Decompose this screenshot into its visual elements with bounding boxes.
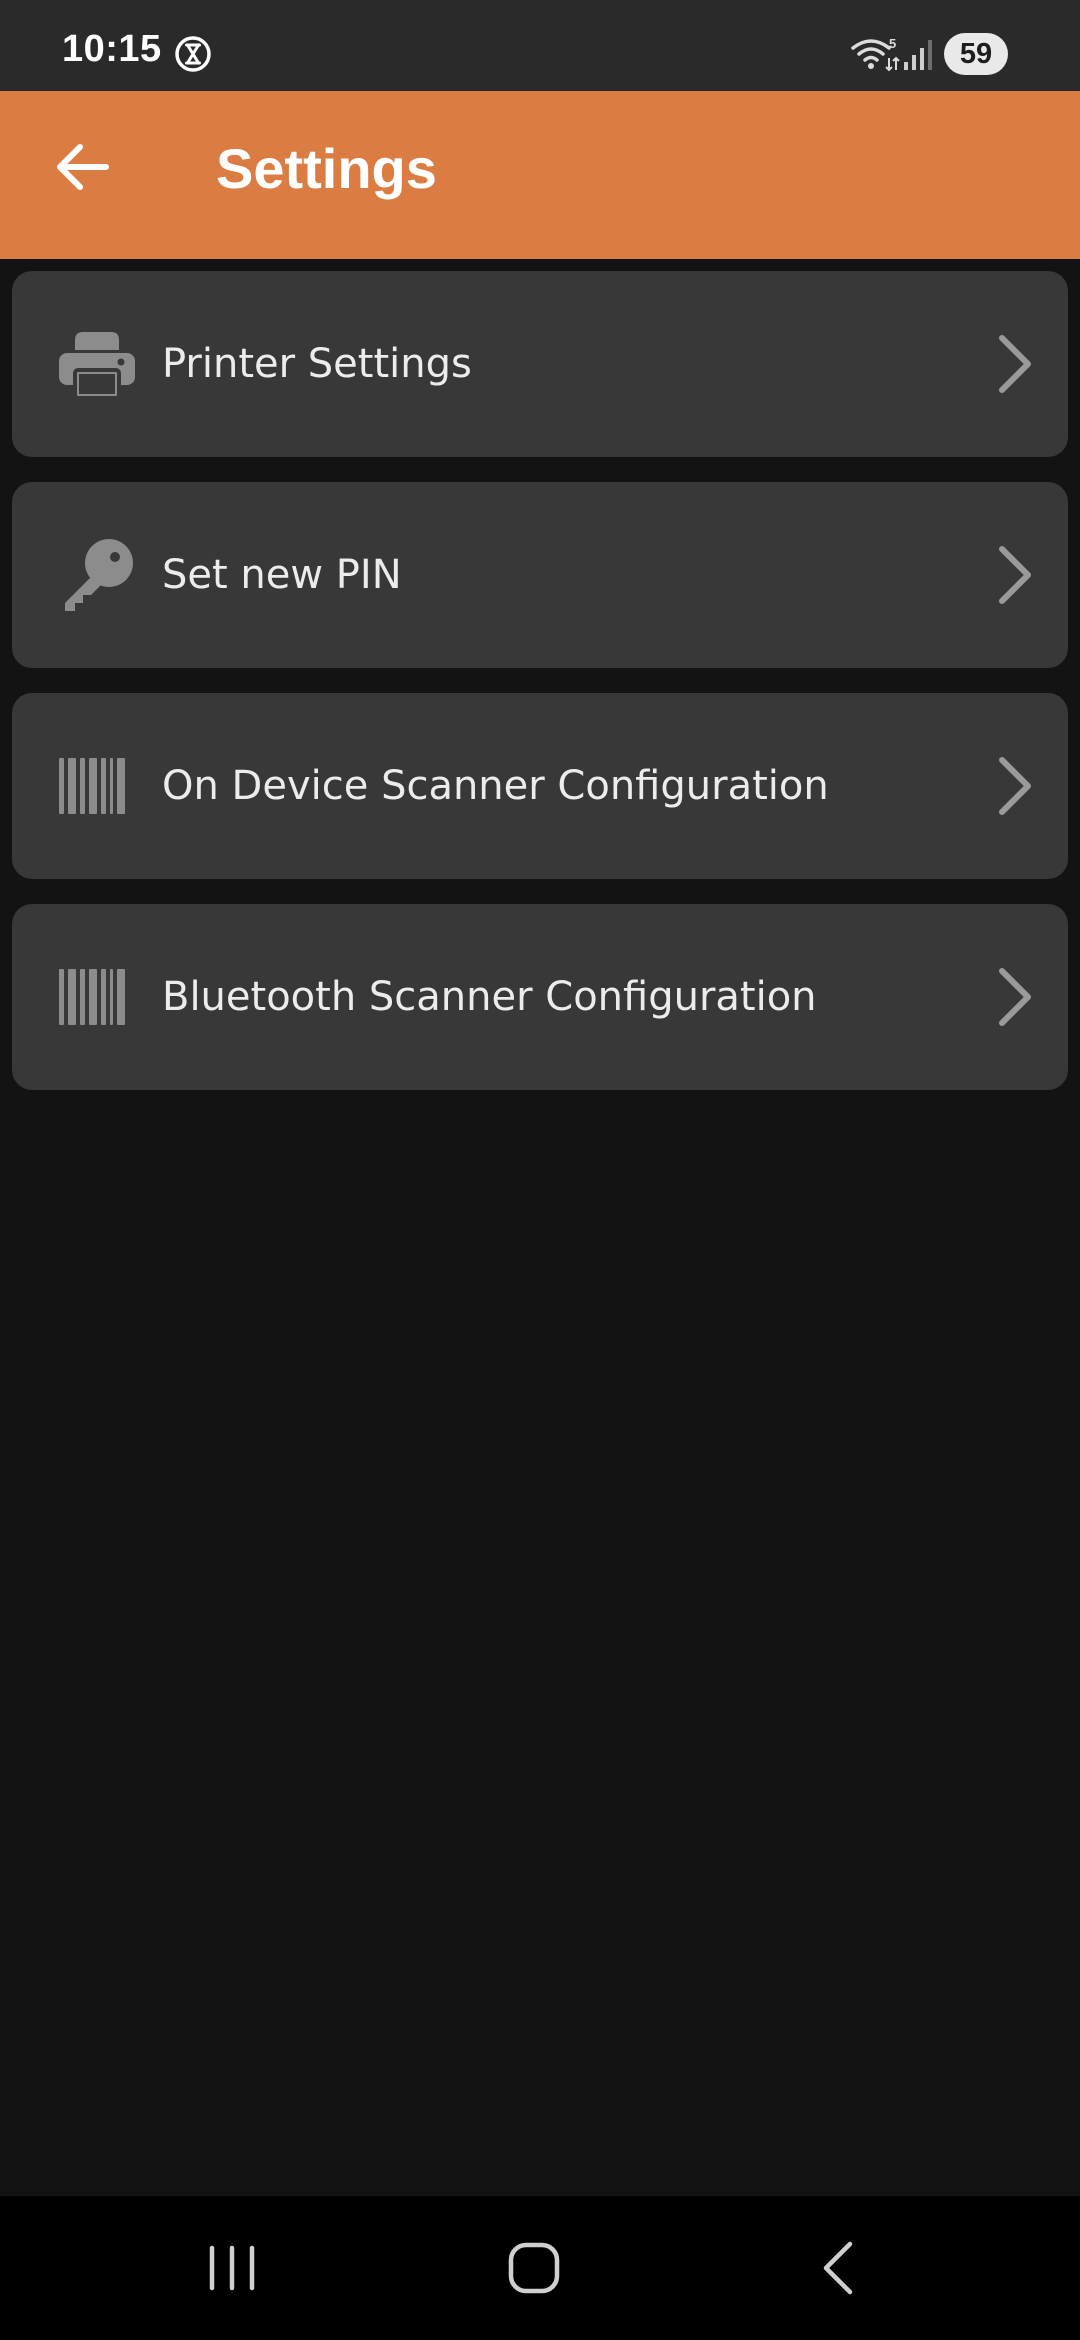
set-new-pin-item[interactable]: Set new PIN bbox=[12, 482, 1068, 668]
setting-label: Bluetooth Scanner Configuration bbox=[162, 974, 817, 1020]
settings-list: Printer Settings Set new PIN On Device S… bbox=[12, 271, 1068, 1115]
chevron-right-icon bbox=[999, 335, 1031, 393]
back-icon[interactable] bbox=[798, 2232, 878, 2304]
svg-text:5: 5 bbox=[889, 36, 896, 51]
bluetooth-scanner-item[interactable]: Bluetooth Scanner Configuration bbox=[12, 904, 1068, 1090]
setting-label: On Device Scanner Configuration bbox=[162, 763, 829, 809]
chevron-right-icon bbox=[999, 968, 1031, 1026]
printer-icon bbox=[59, 332, 135, 400]
status-time: 10:15 bbox=[62, 28, 162, 70]
setting-label: Set new PIN bbox=[162, 552, 402, 598]
arrow-left-icon[interactable] bbox=[46, 131, 118, 203]
timer-icon bbox=[175, 36, 211, 72]
signal-icon bbox=[904, 40, 932, 70]
wifi-icon: 5 bbox=[851, 36, 900, 72]
barcode-icon bbox=[59, 758, 125, 814]
on-device-scanner-item[interactable]: On Device Scanner Configuration bbox=[12, 693, 1068, 879]
battery-icon: 59 bbox=[944, 33, 1008, 75]
recents-icon[interactable] bbox=[192, 2232, 272, 2304]
chevron-right-icon bbox=[999, 757, 1031, 815]
status-bar: 10:15 5 59 bbox=[0, 0, 1080, 91]
key-icon bbox=[65, 539, 133, 611]
home-icon[interactable] bbox=[494, 2232, 574, 2304]
setting-label: Printer Settings bbox=[162, 341, 472, 387]
app-bar: Settings bbox=[0, 91, 1080, 259]
barcode-icon bbox=[59, 969, 125, 1025]
printer-settings-item[interactable]: Printer Settings bbox=[12, 271, 1068, 457]
chevron-right-icon bbox=[999, 546, 1031, 604]
nav-bar bbox=[0, 2196, 1080, 2340]
page-title: Settings bbox=[216, 137, 437, 200]
